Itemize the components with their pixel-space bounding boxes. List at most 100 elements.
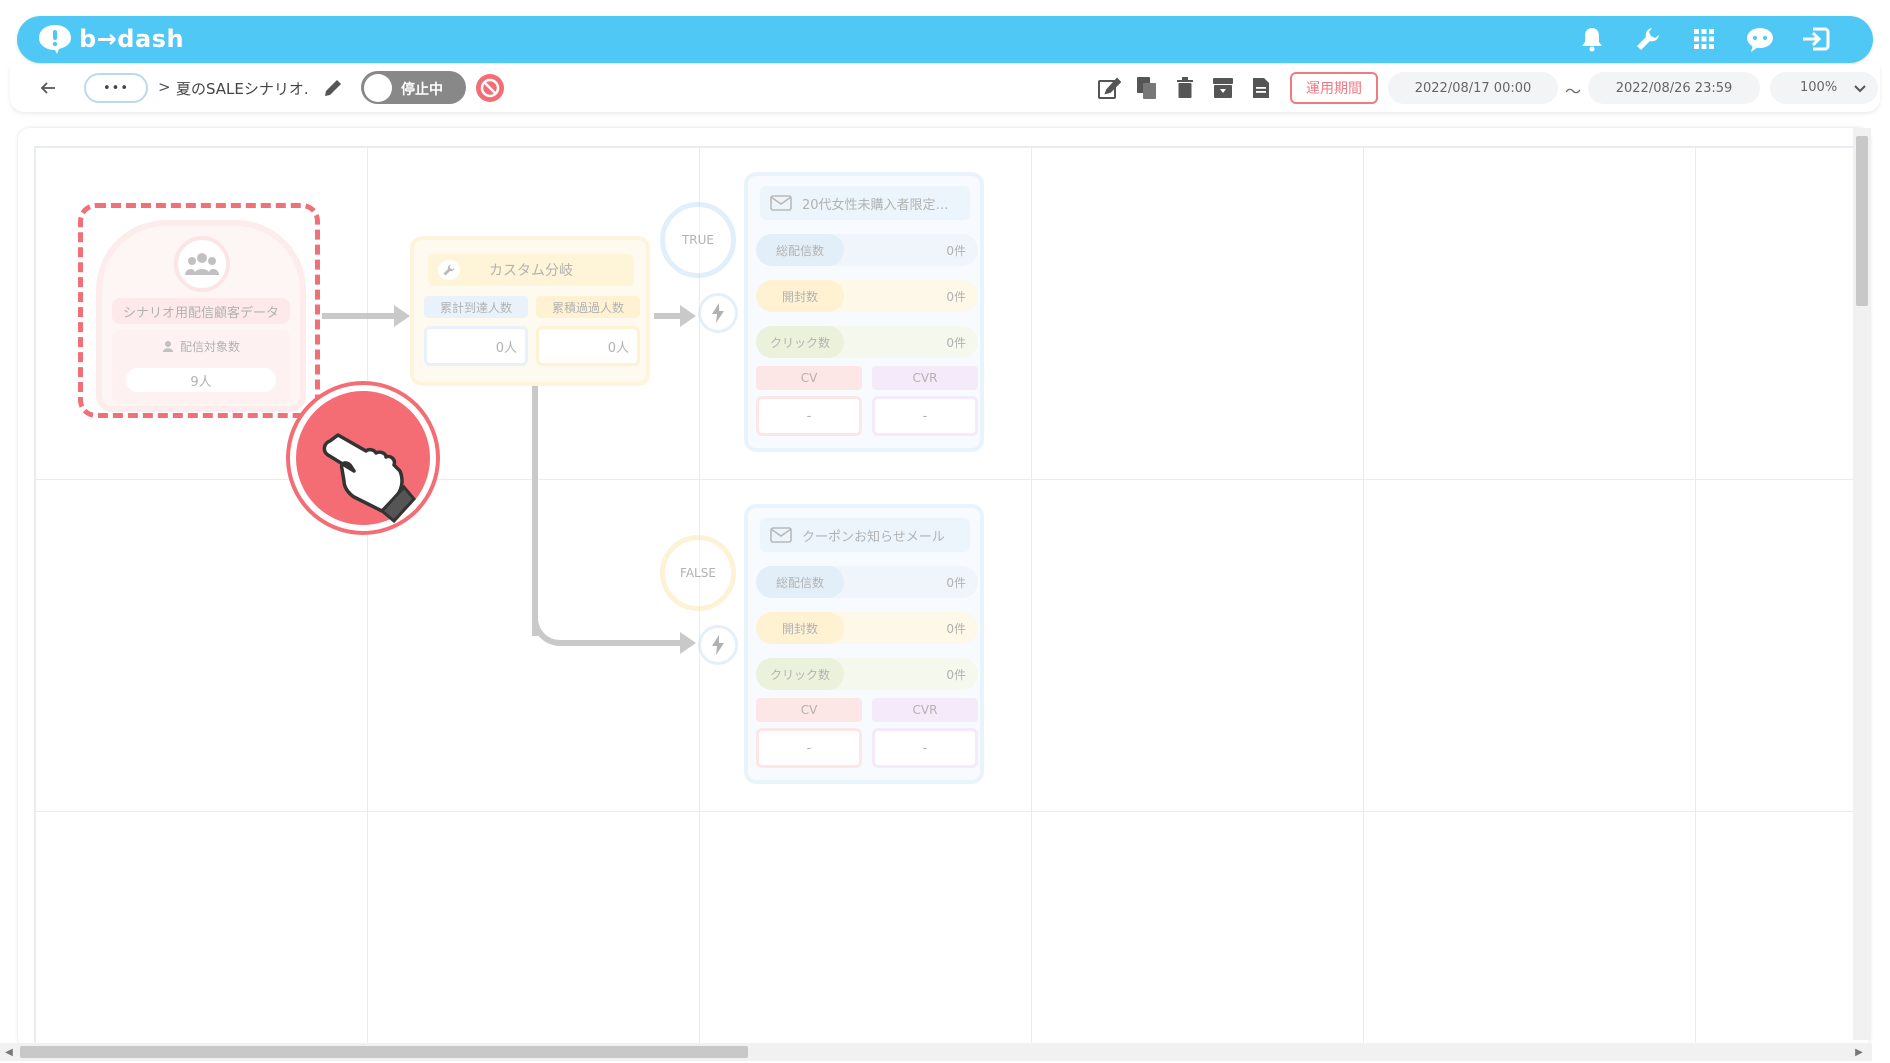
mail2-click-label: クリック数 bbox=[756, 658, 844, 690]
header-icons bbox=[1575, 22, 1833, 56]
app-root: b→dash ••• > 夏のSALEシナリオ. 停止中 運用期間 2022/0… bbox=[0, 0, 1890, 1063]
document-icon[interactable] bbox=[1248, 74, 1274, 102]
vertical-scrollbar[interactable] bbox=[1853, 128, 1871, 1040]
mail1-cv: CV - bbox=[756, 366, 862, 436]
bell-icon[interactable] bbox=[1575, 22, 1609, 56]
logout-icon[interactable] bbox=[1799, 22, 1833, 56]
vertical-scroll-thumb[interactable] bbox=[1856, 136, 1868, 306]
custom-branch-node[interactable]: カスタム分岐 累計到達人数 0人 累積過過人数 0人 bbox=[410, 236, 650, 386]
mail1-cvr: CVR - bbox=[872, 366, 978, 436]
lightning-icon bbox=[712, 635, 724, 655]
arrow-head-icon bbox=[394, 305, 410, 327]
arrow-head-icon bbox=[680, 305, 696, 327]
wrench-icon[interactable] bbox=[1631, 22, 1665, 56]
scenario-toolbar: ••• > 夏のSALEシナリオ. 停止中 運用期間 2022/08/17 00… bbox=[10, 64, 1880, 112]
copy-icon[interactable] bbox=[1134, 74, 1160, 102]
trigger-lightning-true[interactable] bbox=[698, 293, 738, 333]
trash-icon[interactable] bbox=[1172, 74, 1198, 102]
branch-title-bar: カスタム分岐 bbox=[428, 254, 634, 286]
logo-drop-icon bbox=[39, 25, 71, 54]
mail1-title-text: 20代女性未購入者限定… bbox=[802, 197, 949, 213]
logo[interactable]: b→dash bbox=[35, 23, 184, 55]
back-arrow-icon[interactable] bbox=[36, 76, 60, 100]
chat-robot-icon[interactable] bbox=[1743, 22, 1777, 56]
mail2-open-value: 0件 bbox=[946, 622, 966, 636]
zoom-value: 100% bbox=[1800, 80, 1838, 95]
more-dots: ••• bbox=[102, 80, 129, 96]
mail1-click-metric: クリック数 0件 bbox=[756, 326, 978, 358]
mail2-total-value: 0件 bbox=[946, 576, 966, 590]
arrow-head-icon bbox=[680, 632, 696, 654]
branch-passed-value: 0人 bbox=[536, 326, 640, 366]
mail-node-2[interactable]: クーポンお知らせメール 総配信数 0件 開封数 0件 クリック数 0件 CV -… bbox=[744, 504, 984, 784]
period-tilde: 〜 bbox=[1565, 82, 1582, 101]
mail1-title: 20代女性未購入者限定… bbox=[760, 186, 970, 220]
scroll-right-arrow-icon[interactable]: ▶ bbox=[1852, 1045, 1866, 1059]
mail2-open-label: 開封数 bbox=[756, 612, 844, 644]
mail2-title-text: クーポンお知らせメール bbox=[802, 529, 945, 545]
archive-icon[interactable] bbox=[1210, 74, 1236, 102]
connector-to-false bbox=[560, 640, 684, 646]
toolbar-actions bbox=[1096, 74, 1274, 102]
mail-node-1[interactable]: 20代女性未購入者限定… 総配信数 0件 開封数 0件 クリック数 0件 CV … bbox=[744, 172, 984, 452]
mail2-total-label: 総配信数 bbox=[756, 566, 844, 598]
mail2-cvr-value: - bbox=[872, 728, 978, 768]
breadcrumb-separator: > bbox=[158, 78, 171, 96]
mail1-open-label: 開封数 bbox=[756, 280, 844, 312]
scroll-left-arrow-icon[interactable]: ◀ bbox=[2, 1045, 16, 1059]
mail2-click-metric: クリック数 0件 bbox=[756, 658, 978, 690]
mail1-total-value: 0件 bbox=[946, 244, 966, 258]
branch-col-reached: 累計到達人数 0人 bbox=[424, 296, 528, 366]
top-header: b→dash bbox=[17, 16, 1873, 63]
lightning-icon bbox=[712, 303, 724, 323]
envelope-icon bbox=[770, 527, 792, 543]
false-label: FALSE bbox=[680, 566, 716, 580]
operation-period-button[interactable]: 運用期間 bbox=[1290, 72, 1378, 104]
trigger-lightning-false[interactable] bbox=[698, 625, 738, 665]
apps-grid-icon[interactable] bbox=[1687, 22, 1721, 56]
wrench-icon bbox=[438, 260, 460, 280]
horizontal-scrollbar[interactable]: ◀ ▶ bbox=[0, 1043, 1872, 1061]
mail2-cvr-label: CVR bbox=[872, 698, 978, 722]
breadcrumb-more-button[interactable]: ••• bbox=[84, 73, 148, 103]
branch-passed-label: 累積過過人数 bbox=[536, 296, 640, 318]
period-start-field[interactable]: 2022/08/17 00:00 bbox=[1388, 72, 1558, 104]
selection-highlight bbox=[78, 203, 320, 418]
toggle-label: 停止中 bbox=[401, 82, 443, 98]
branch-reached-label: 累計到達人数 bbox=[424, 296, 528, 318]
mail2-click-value: 0件 bbox=[946, 668, 966, 682]
mail2-total-metric: 総配信数 0件 bbox=[756, 566, 978, 598]
true-label: TRUE bbox=[681, 233, 715, 247]
connector-seg-to-branch bbox=[322, 313, 400, 319]
click-hint-badge bbox=[290, 385, 436, 531]
true-condition-bubble: TRUE bbox=[660, 202, 736, 278]
mail1-open-value: 0件 bbox=[946, 290, 966, 304]
edit-note-icon[interactable] bbox=[1096, 74, 1122, 102]
mail2-cv-label: CV bbox=[756, 698, 862, 722]
false-condition-bubble: FALSE bbox=[660, 535, 736, 611]
mail2-title: クーポンお知らせメール bbox=[760, 518, 970, 552]
mail1-total-metric: 総配信数 0件 bbox=[756, 234, 978, 266]
mail2-cv-value: - bbox=[756, 728, 862, 768]
branch-title: カスタム分岐 bbox=[489, 263, 573, 279]
mail1-open-metric: 開封数 0件 bbox=[756, 280, 978, 312]
connector-branch-down bbox=[532, 386, 538, 636]
mail1-cv-value: - bbox=[756, 396, 862, 436]
mail1-click-value: 0件 bbox=[946, 336, 966, 350]
mail2-cvr: CVR - bbox=[872, 698, 978, 768]
scenario-name: 夏のSALEシナリオ. bbox=[176, 80, 309, 98]
mail1-cvr-value: - bbox=[872, 396, 978, 436]
mail1-total-label: 総配信数 bbox=[756, 234, 844, 266]
period-end-field[interactable]: 2022/08/26 23:59 bbox=[1588, 72, 1760, 104]
envelope-icon bbox=[770, 195, 792, 211]
mail1-cvr-label: CVR bbox=[872, 366, 978, 390]
branch-col-passed: 累積過過人数 0人 bbox=[536, 296, 640, 366]
zoom-select[interactable]: 100% bbox=[1770, 72, 1878, 104]
mail1-click-label: クリック数 bbox=[756, 326, 844, 358]
mail2-open-metric: 開封数 0件 bbox=[756, 612, 978, 644]
pointing-hand-icon bbox=[322, 433, 416, 524]
horizontal-scroll-thumb[interactable] bbox=[20, 1046, 748, 1058]
chevron-down-icon bbox=[1854, 85, 1866, 93]
status-toggle[interactable]: 停止中 bbox=[361, 71, 466, 104]
pencil-icon[interactable] bbox=[322, 77, 344, 99]
